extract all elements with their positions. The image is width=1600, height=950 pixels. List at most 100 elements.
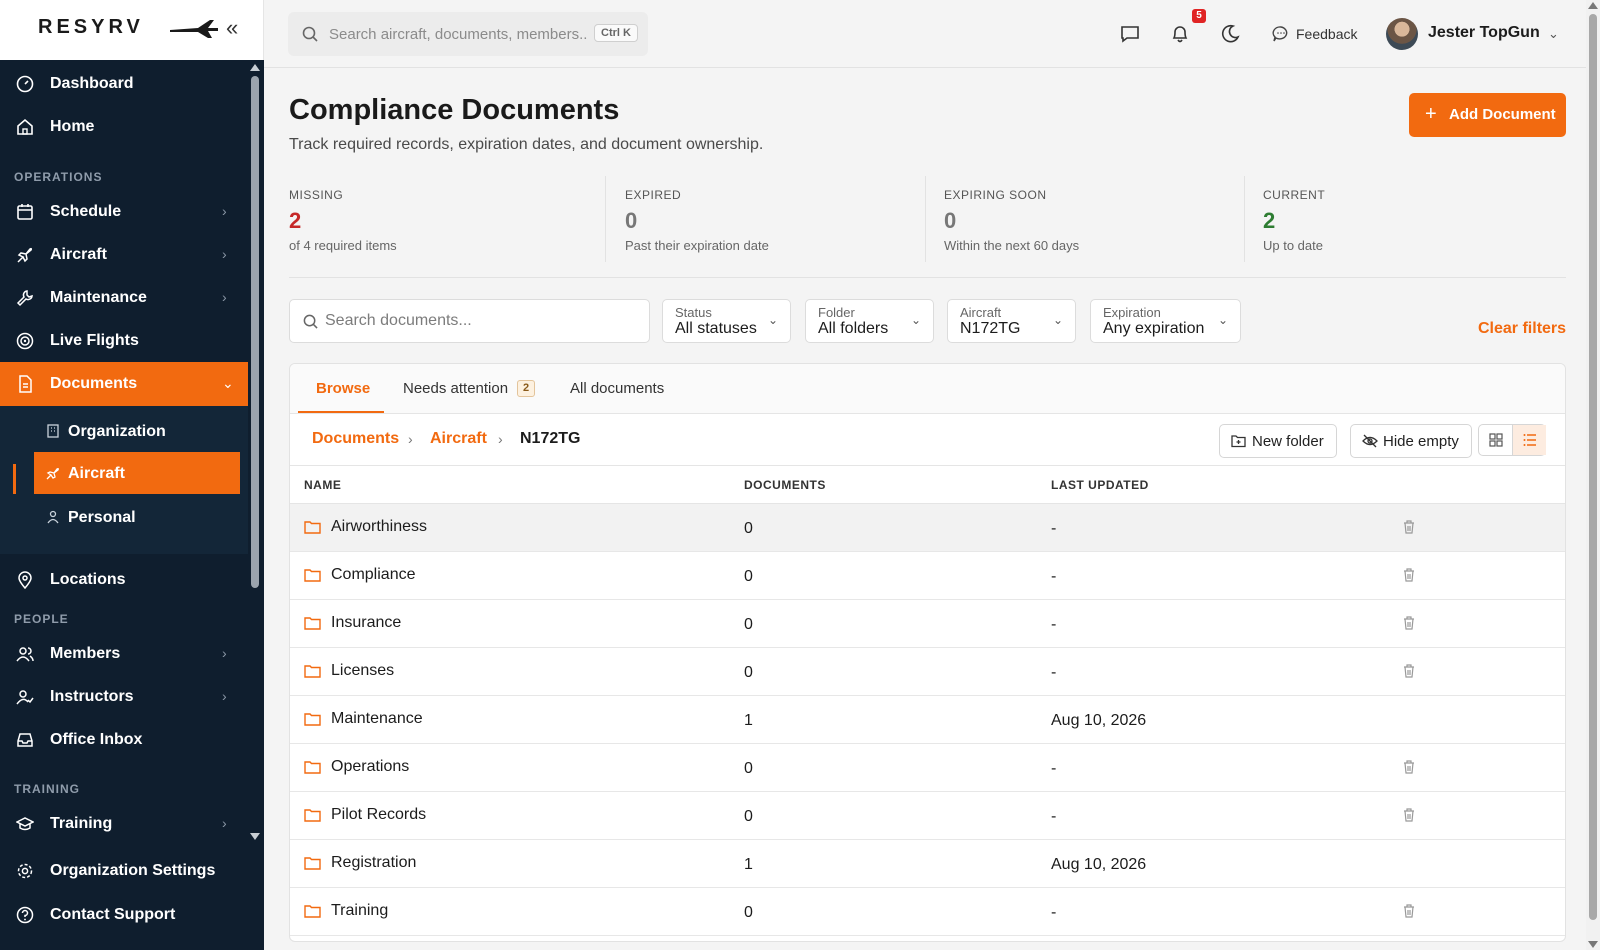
expiration-filter-select[interactable]: Expiration Any expiration ⌄	[1090, 299, 1241, 343]
table-row[interactable]: Airworthiness 0 -	[290, 504, 1565, 552]
folder-filter-select[interactable]: Folder All folders ⌄	[805, 299, 934, 343]
sidebar-scrollbar[interactable]	[249, 62, 261, 842]
sidebar-item-contact-support[interactable]: Contact Support	[0, 893, 248, 937]
filter-value: N172TG	[960, 320, 1021, 337]
scroll-down-arrow-icon[interactable]	[250, 833, 260, 840]
sidebar-item-documents[interactable]: Documents ⌄	[0, 362, 248, 406]
list-view-button[interactable]	[1512, 425, 1546, 455]
breadcrumb: Documents › Aircraft › N172TG New folder…	[290, 414, 1565, 466]
global-search-input[interactable]: Search aircraft, documents, members... C…	[288, 12, 648, 56]
last-updated: -	[1051, 664, 1057, 681]
table-row[interactable]: Insurance 0 -	[290, 600, 1565, 648]
sidebar-item-dashboard[interactable]: Dashboard	[0, 62, 248, 106]
chevron-right-icon: ›	[498, 431, 503, 447]
tab-browse[interactable]: Browse	[316, 380, 370, 397]
stat-desc: Within the next 60 days	[944, 238, 1080, 253]
table-row[interactable]: Training 0 -	[290, 888, 1565, 936]
table-row[interactable]: Maintenance 1 Aug 10, 2026	[290, 696, 1565, 744]
sidebar-item-live-flights[interactable]: Live Flights	[0, 319, 248, 363]
table-row[interactable]: Registration 1 Aug 10, 2026	[290, 840, 1565, 888]
sidebar-item-label: Aircraft	[50, 246, 107, 263]
status-filter-select[interactable]: Status All statuses ⌄	[662, 299, 791, 343]
sidebar-item-instructors[interactable]: Instructors ›	[0, 675, 248, 719]
last-updated: -	[1051, 808, 1057, 825]
clear-filters-link[interactable]: Clear filters	[1478, 320, 1566, 338]
trash-icon[interactable]	[1403, 664, 1415, 678]
sidebar-subitem-organization[interactable]: Organization	[34, 410, 240, 452]
trash-icon[interactable]	[1403, 808, 1415, 822]
sidebar-item-label: Dashboard	[50, 75, 134, 92]
stat-divider	[1244, 176, 1245, 262]
trash-icon[interactable]	[1403, 520, 1415, 534]
aircraft-filter-select[interactable]: Aircraft N172TG ⌄	[947, 299, 1076, 343]
moon-icon[interactable]	[1220, 24, 1240, 44]
wrench-icon	[16, 290, 33, 307]
scrollbar-thumb[interactable]	[1589, 14, 1597, 920]
document-count: 1	[744, 856, 753, 873]
plane-icon	[46, 468, 59, 480]
trash-icon[interactable]	[1403, 616, 1415, 630]
avatar[interactable]	[1386, 18, 1418, 50]
sidebar-item-label: Live Flights	[50, 332, 139, 349]
table-row[interactable]: Pilot Records 0 -	[290, 792, 1565, 840]
trash-icon[interactable]	[1403, 760, 1415, 774]
sidebar-item-home[interactable]: Home	[0, 105, 248, 149]
table-row[interactable]: Operations 0 -	[290, 744, 1565, 792]
trash-icon[interactable]	[1403, 568, 1415, 582]
chevron-down-icon[interactable]: ⌄	[1548, 26, 1559, 42]
sidebar-item-label: Schedule	[50, 203, 122, 220]
instructor-icon	[16, 690, 34, 705]
document-tabs: Browse Needs attention 2 All documents	[290, 364, 1565, 414]
folder-icon	[304, 857, 321, 870]
folder-icon	[304, 713, 321, 726]
plus-icon: +	[1425, 103, 1437, 125]
tab-needs-attention[interactable]: Needs attention	[403, 380, 508, 397]
scroll-up-arrow-icon[interactable]	[250, 64, 260, 71]
column-header-documents[interactable]: DOCUMENTS	[744, 478, 826, 492]
collapse-sidebar-icon[interactable]: «	[226, 16, 238, 40]
sidebar-item-schedule[interactable]: Schedule ›	[0, 190, 248, 234]
page-scrollbar[interactable]	[1586, 0, 1600, 950]
hide-empty-button[interactable]: Hide empty	[1350, 424, 1472, 458]
scrollbar-thumb[interactable]	[251, 76, 259, 588]
chat-icon[interactable]	[1120, 24, 1140, 44]
sidebar-item-members[interactable]: Members ›	[0, 632, 248, 676]
sidebar-item-locations[interactable]: Locations	[0, 558, 248, 602]
stats-summary: MISSING 2 of 4 required items EXPIRED 0 …	[289, 176, 1566, 278]
sidebar-item-office-inbox[interactable]: Office Inbox	[0, 718, 248, 762]
add-document-button[interactable]: + Add Document	[1409, 93, 1566, 137]
user-name[interactable]: Jester TopGun	[1428, 24, 1540, 42]
column-header-last-updated[interactable]: LAST UPDATED	[1051, 478, 1149, 492]
chevron-right-icon: ›	[408, 431, 413, 447]
sidebar-item-training[interactable]: Training ›	[0, 802, 248, 845]
sidebar-item-label: Members	[50, 645, 121, 662]
scroll-down-arrow-icon[interactable]	[1588, 941, 1598, 948]
document-search-input[interactable]: Search documents...	[289, 299, 650, 343]
new-folder-button[interactable]: New folder	[1219, 424, 1337, 458]
grid-view-button[interactable]	[1479, 425, 1513, 455]
column-header-name[interactable]: NAME	[304, 478, 341, 492]
stat-key: EXPIRED	[625, 188, 682, 202]
tab-all-documents[interactable]: All documents	[570, 380, 664, 397]
breadcrumb-documents[interactable]: Documents	[312, 430, 399, 448]
notification-count-badge: 5	[1192, 9, 1206, 23]
table-row[interactable]: Compliance 0 -	[290, 552, 1565, 600]
brand-logo[interactable]: RESYRV	[38, 16, 144, 39]
sidebar-item-organization-settings[interactable]: Organization Settings	[0, 849, 248, 893]
document-search-placeholder: Search documents...	[325, 312, 472, 329]
sidebar-subitem-personal[interactable]: Personal	[34, 496, 240, 538]
stat-key: MISSING	[289, 188, 344, 202]
bell-icon[interactable]	[1170, 24, 1190, 44]
scroll-up-arrow-icon[interactable]	[1588, 2, 1598, 9]
folder-name: Training	[331, 902, 389, 919]
table-row[interactable]: Licenses 0 -	[290, 648, 1565, 696]
sidebar-subitem-aircraft[interactable]: Aircraft	[34, 452, 240, 494]
folder-name: Airworthiness	[331, 518, 428, 535]
sidebar-subitem-label: Aircraft	[68, 465, 125, 482]
search-icon	[303, 314, 318, 329]
breadcrumb-aircraft[interactable]: Aircraft	[430, 430, 487, 448]
sidebar-item-maintenance[interactable]: Maintenance ›	[0, 276, 248, 320]
documents-submenu: Organization Aircraft Personal	[0, 406, 248, 554]
trash-icon[interactable]	[1403, 904, 1415, 918]
sidebar-item-aircraft[interactable]: Aircraft ›	[0, 233, 248, 277]
